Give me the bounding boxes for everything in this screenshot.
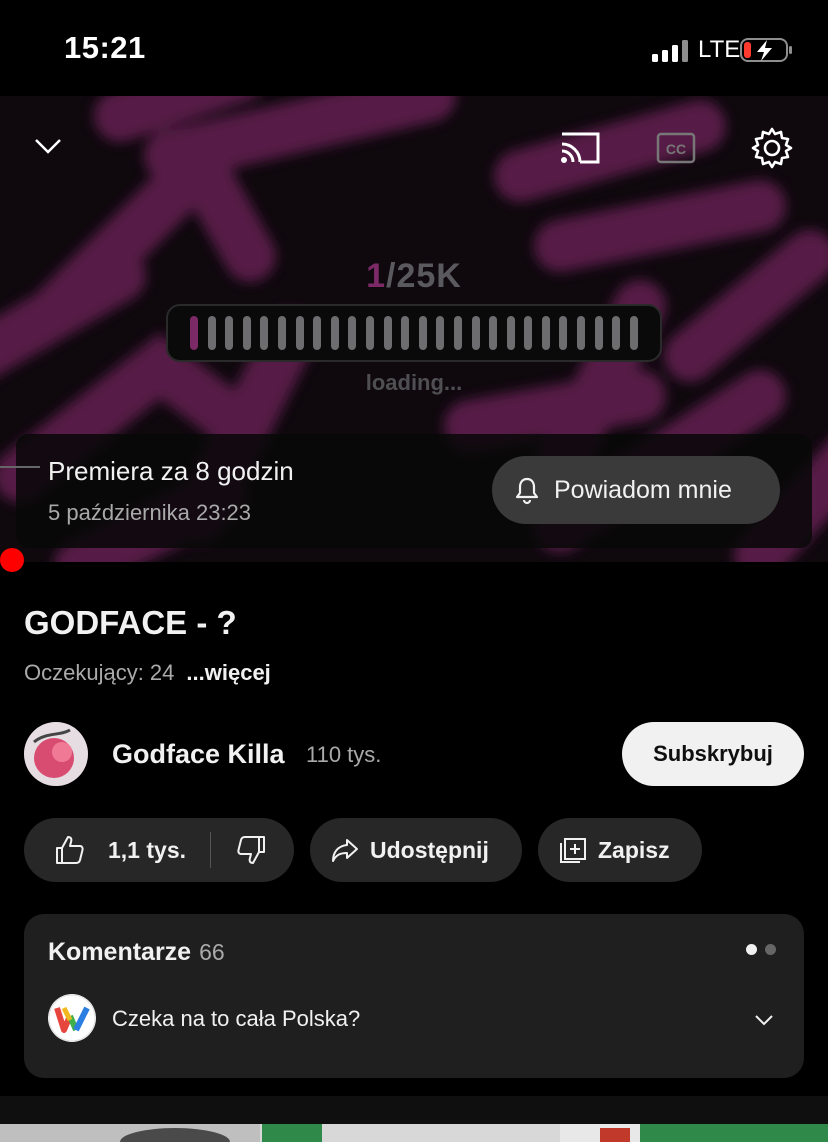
gear-icon[interactable]: [750, 126, 794, 170]
subscribe-button[interactable]: Subskrybuj: [622, 722, 804, 786]
preroll-counter: 1/25K: [0, 257, 828, 296]
progress-scrubber[interactable]: [0, 548, 24, 572]
loading-segment: [489, 316, 498, 350]
page-dot-active: [746, 944, 757, 955]
notify-me-label: Powiadom mnie: [554, 475, 732, 504]
share-label: Udostępnij: [370, 836, 489, 863]
loading-segment: [365, 316, 374, 350]
pagination-dots: [738, 944, 776, 955]
bell-icon: [515, 477, 539, 505]
loading-segment: [629, 316, 638, 350]
video-player[interactable]: CC 1/25K loading... Premiera za 8 godzin…: [0, 96, 828, 562]
loading-segment: [313, 316, 322, 350]
like-dislike-group: 1,1 tys.: [24, 818, 294, 882]
loading-bar: [166, 304, 662, 362]
loading-text: loading...: [365, 370, 463, 395]
collapse-icon[interactable]: [30, 128, 66, 164]
commenter-avatar-image: [48, 994, 96, 1042]
save-playlist-icon: [560, 838, 586, 863]
comments-count: 66: [199, 939, 225, 965]
loading-segment: [401, 316, 410, 350]
channel-avatar[interactable]: [24, 722, 88, 786]
page-dot: [765, 944, 776, 955]
loading-segment: [594, 316, 603, 350]
next-section-divider: [0, 1096, 828, 1124]
loading-segment: [418, 316, 427, 350]
loading-segment: [559, 316, 568, 350]
thumbs-up-icon: [56, 836, 84, 864]
loading-segment: [330, 316, 339, 350]
avatar-image: [24, 722, 88, 786]
comments-header: Komentarze 66: [48, 938, 225, 967]
like-button[interactable]: 1,1 tys.: [24, 834, 186, 866]
loading-segment: [612, 316, 621, 350]
signal-icon: [652, 40, 688, 62]
premiere-date: 5 października 23:23: [48, 500, 252, 525]
battery-charging-icon: [740, 38, 792, 62]
commenter-avatar: [48, 994, 96, 1042]
counter-rest: /25K: [386, 257, 462, 295]
status-bar: 15:21 LTE: [0, 0, 828, 96]
share-icon: [332, 839, 358, 862]
comments-label: Komentarze: [48, 938, 192, 966]
share-button[interactable]: Udostępnij: [310, 818, 522, 882]
thumbs-down-icon[interactable]: [234, 834, 268, 866]
comments-card[interactable]: Komentarze 66 Czeka na to cała Polska?: [24, 914, 804, 1078]
waiting-count: Oczekujący: 24: [24, 660, 175, 685]
notify-me-button[interactable]: Powiadom mnie: [492, 456, 780, 524]
channel-name[interactable]: Godface Killa: [112, 739, 285, 770]
loading-segment: [506, 316, 515, 350]
chevron-down-icon[interactable]: [752, 1008, 776, 1032]
cast-icon[interactable]: [558, 130, 602, 166]
loading-segment: [277, 316, 286, 350]
loading-segment: [242, 316, 251, 350]
video-meta[interactable]: Oczekujący: 24 ...więcej: [24, 660, 271, 686]
counter-first-digit: 1: [366, 257, 387, 295]
loading-segment: [577, 316, 586, 350]
loading-segment: [524, 316, 533, 350]
next-video-thumbnail-peek[interactable]: [0, 1124, 828, 1142]
loading-segment: [383, 316, 392, 350]
progress-track[interactable]: [0, 466, 40, 468]
more-link[interactable]: ...więcej: [186, 660, 270, 685]
loading-segment: [348, 316, 357, 350]
subscriber-count: 110 tys.: [306, 742, 382, 767]
loading-segment: [436, 316, 445, 350]
network-type: LTE: [698, 36, 741, 63]
premiere-title: Premiera za 8 godzin: [48, 456, 294, 486]
like-divider: [210, 832, 211, 868]
loading-segment: [190, 316, 198, 350]
loading-segment: [225, 316, 234, 350]
loading-segment: [453, 316, 462, 350]
video-title: GODFACE - ?: [24, 604, 237, 641]
like-count: 1,1 tys.: [108, 836, 186, 863]
loading-segment: [295, 316, 304, 350]
save-button[interactable]: Zapisz: [538, 818, 702, 882]
loading-segment: [260, 316, 269, 350]
svg-text:CC: CC: [666, 141, 686, 157]
clock: 15:21: [64, 30, 146, 65]
loading-segment: [471, 316, 480, 350]
loading-segment: [207, 316, 216, 350]
premiere-card: Premiera za 8 godzin 5 października 23:2…: [16, 434, 812, 548]
top-comment-text: Czeka na to cała Polska?: [112, 1006, 361, 1031]
loading-segment: [541, 316, 550, 350]
captions-icon[interactable]: CC: [656, 130, 696, 166]
save-label: Zapisz: [598, 836, 670, 863]
